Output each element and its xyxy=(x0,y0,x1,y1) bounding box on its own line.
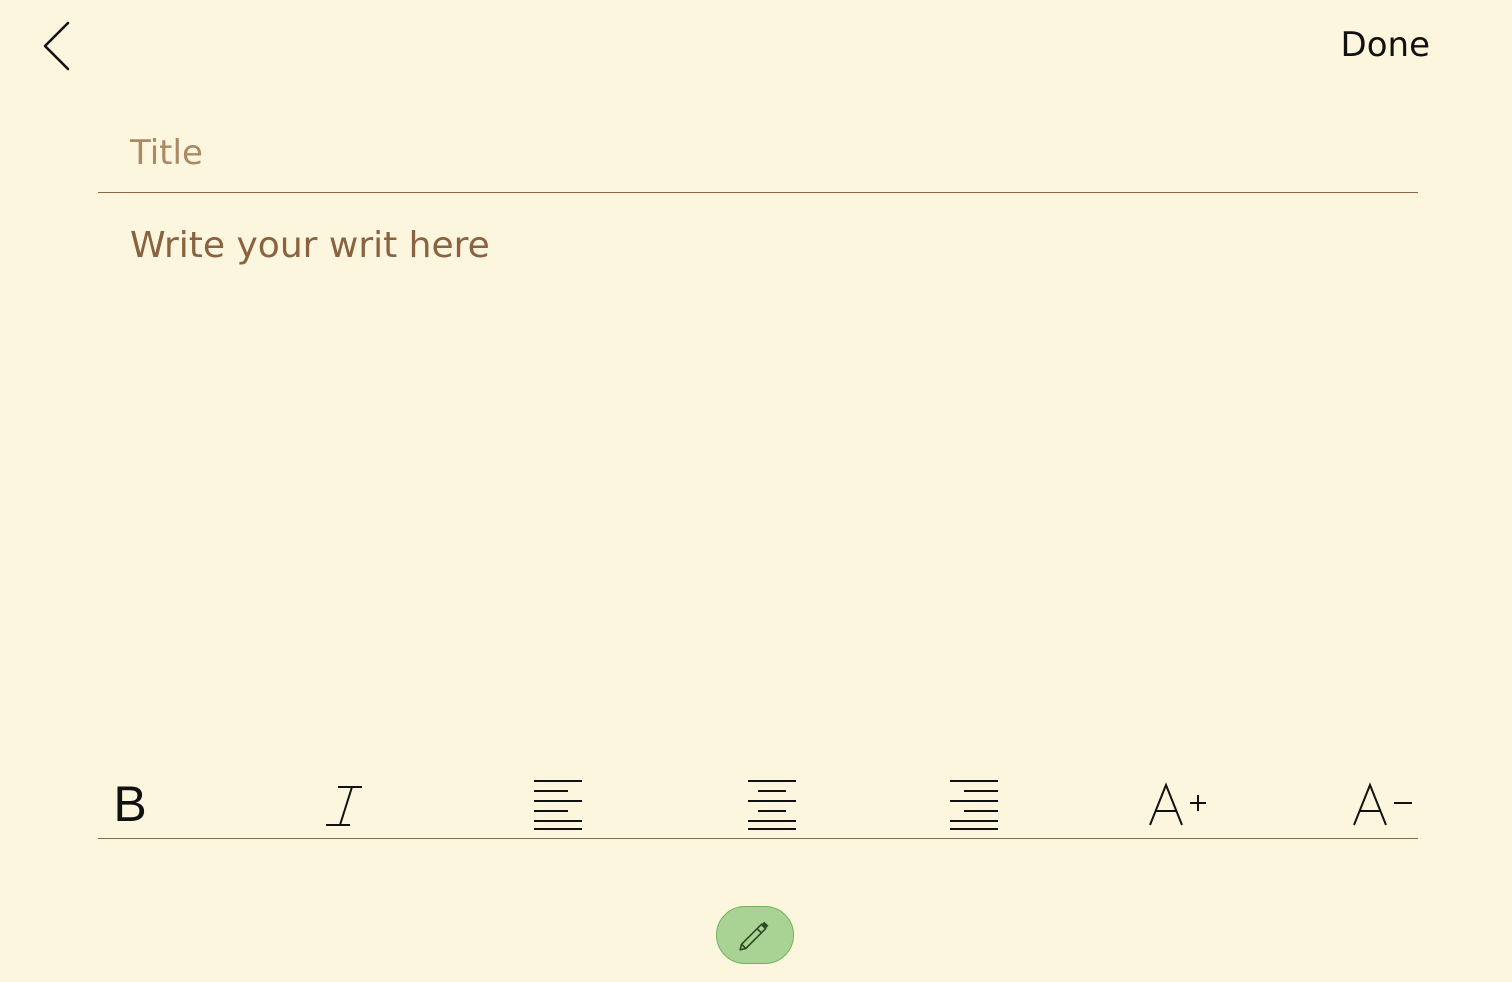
title-field[interactable]: Title xyxy=(98,124,1418,193)
chevron-left-icon xyxy=(43,21,70,71)
align-center-icon xyxy=(748,780,796,830)
align-right-icon xyxy=(950,780,998,830)
italic-button[interactable] xyxy=(322,774,366,834)
format-toolbar: B xyxy=(98,768,1418,839)
font-decrease-button[interactable] xyxy=(1352,774,1416,834)
back-button[interactable] xyxy=(36,18,80,74)
font-increase-button[interactable] xyxy=(1148,774,1212,834)
italic-icon xyxy=(326,786,362,826)
align-center-button[interactable] xyxy=(746,774,798,834)
bold-icon: B xyxy=(113,776,147,832)
body-input-placeholder[interactable]: Write your writ here xyxy=(130,222,490,270)
align-left-button[interactable] xyxy=(532,774,584,834)
font-decrease-icon xyxy=(1353,782,1412,826)
align-left-icon xyxy=(534,780,582,830)
title-input-placeholder[interactable]: Title xyxy=(130,132,203,174)
pencil-icon xyxy=(739,921,769,951)
edit-fab-button[interactable] xyxy=(716,906,794,964)
align-right-button[interactable] xyxy=(948,774,1000,834)
done-button[interactable]: Done xyxy=(1341,24,1430,66)
bold-button[interactable]: B xyxy=(110,774,150,834)
font-increase-icon xyxy=(1149,782,1206,826)
